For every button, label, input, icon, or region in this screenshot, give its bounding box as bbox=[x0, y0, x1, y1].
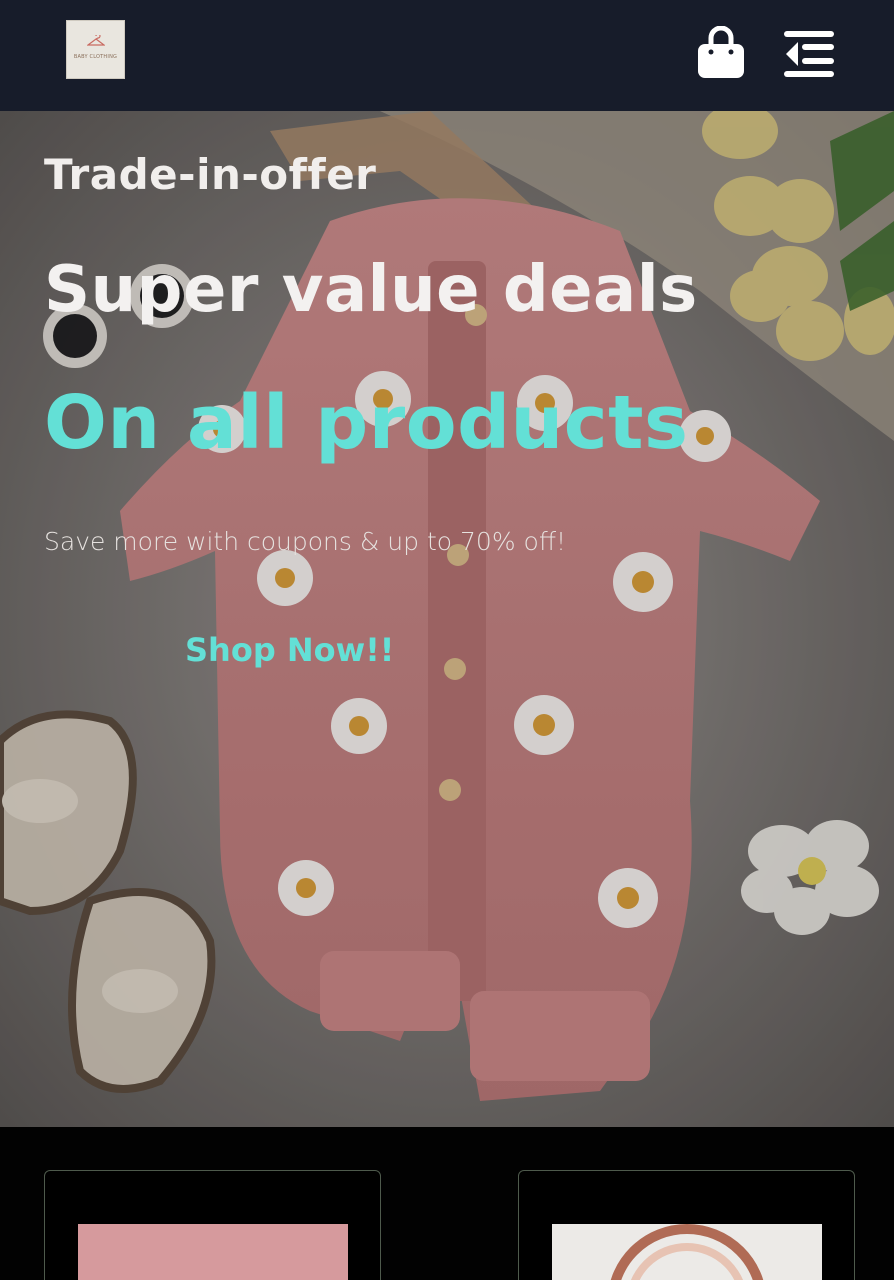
menu-collapse-icon bbox=[784, 31, 834, 77]
logo-text: BABY CLOTHING bbox=[73, 54, 118, 60]
product-card[interactable] bbox=[518, 1170, 855, 1280]
hero-kicker: Trade-in-offer bbox=[44, 150, 377, 199]
hero-headline: Super value deals bbox=[44, 253, 698, 327]
shopping-bag-icon bbox=[698, 25, 744, 78]
cart-button[interactable] bbox=[696, 25, 746, 80]
hero-headline-accent: On all products bbox=[44, 380, 689, 466]
top-nav-bar: BABY CLOTHING bbox=[0, 0, 894, 111]
hanger-icon bbox=[87, 35, 105, 46]
rainbow-graphic bbox=[610, 1224, 764, 1280]
product-image bbox=[552, 1224, 822, 1280]
menu-button[interactable] bbox=[784, 29, 836, 79]
hero-subtext: Save more with coupons & up to 70% off! bbox=[44, 527, 567, 556]
shop-now-button[interactable]: Shop Now!! bbox=[185, 631, 394, 669]
product-image bbox=[78, 1224, 348, 1280]
product-card[interactable] bbox=[44, 1170, 381, 1280]
brand-logo[interactable]: BABY CLOTHING bbox=[66, 20, 125, 79]
product-grid bbox=[0, 1127, 894, 1280]
